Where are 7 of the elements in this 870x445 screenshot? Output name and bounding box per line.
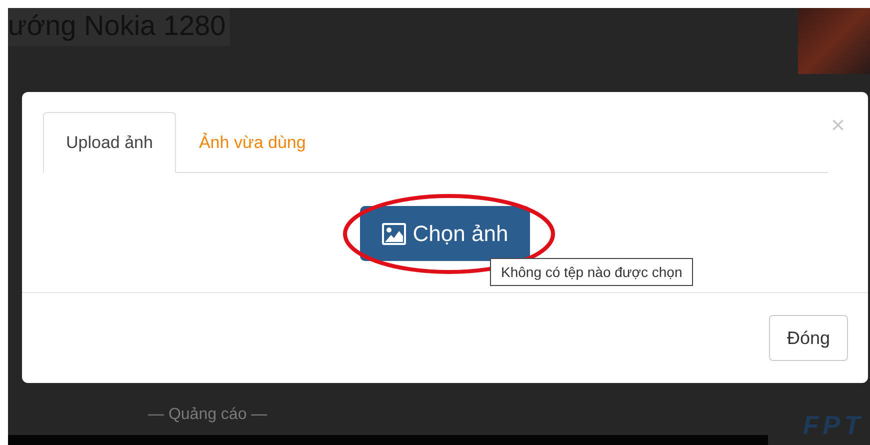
ad-label: — Quảng cáo — [148,406,268,424]
close-dialog-button[interactable]: Đóng [768,315,848,361]
tooltip: Không có tệp nào được chọn [490,258,694,286]
tab[interactable]: Upload ảnh [43,112,176,173]
choose-image-button[interactable]: Chọn ảnh [360,206,530,261]
image-icon [382,222,406,244]
photo-placeholder [798,8,870,74]
